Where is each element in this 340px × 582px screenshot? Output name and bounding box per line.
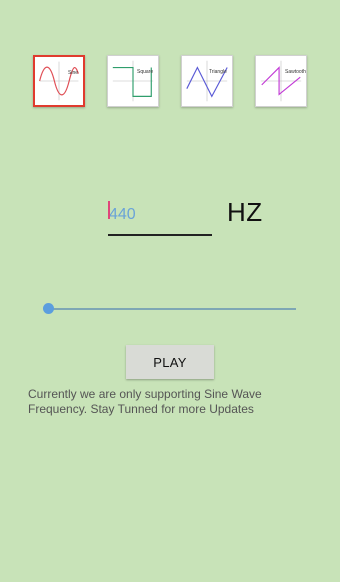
frequency-unit-label: HZ: [227, 197, 263, 227]
sawtooth-wave-button[interactable]: Sawtooth: [255, 55, 307, 107]
waveform-selector: Sine Square Triangle Sawtooth: [33, 55, 309, 111]
triangle-wave-icon: [186, 60, 228, 102]
square-wave-icon: [112, 60, 154, 102]
sawtooth-wave-icon: [260, 60, 302, 102]
info-message: Currently we are only supporting Sine Wa…: [28, 387, 262, 416]
square-wave-label: Square: [137, 69, 154, 75]
triangle-wave-button[interactable]: Triangle: [181, 55, 233, 107]
sine-wave-label: Sine: [68, 70, 79, 76]
sine-wave-button[interactable]: Sine: [33, 55, 85, 107]
frequency-slider-thumb[interactable]: [43, 303, 54, 314]
play-button[interactable]: PLAY: [126, 345, 214, 379]
text-cursor: [108, 201, 110, 219]
frequency-slider-track[interactable]: [48, 308, 296, 310]
sawtooth-wave-label: Sawtooth: [285, 69, 306, 75]
square-wave-button[interactable]: Square: [107, 55, 159, 107]
sine-wave-icon: [39, 61, 79, 101]
frequency-input[interactable]: [108, 196, 212, 236]
triangle-wave-label: Triangle: [209, 69, 227, 75]
